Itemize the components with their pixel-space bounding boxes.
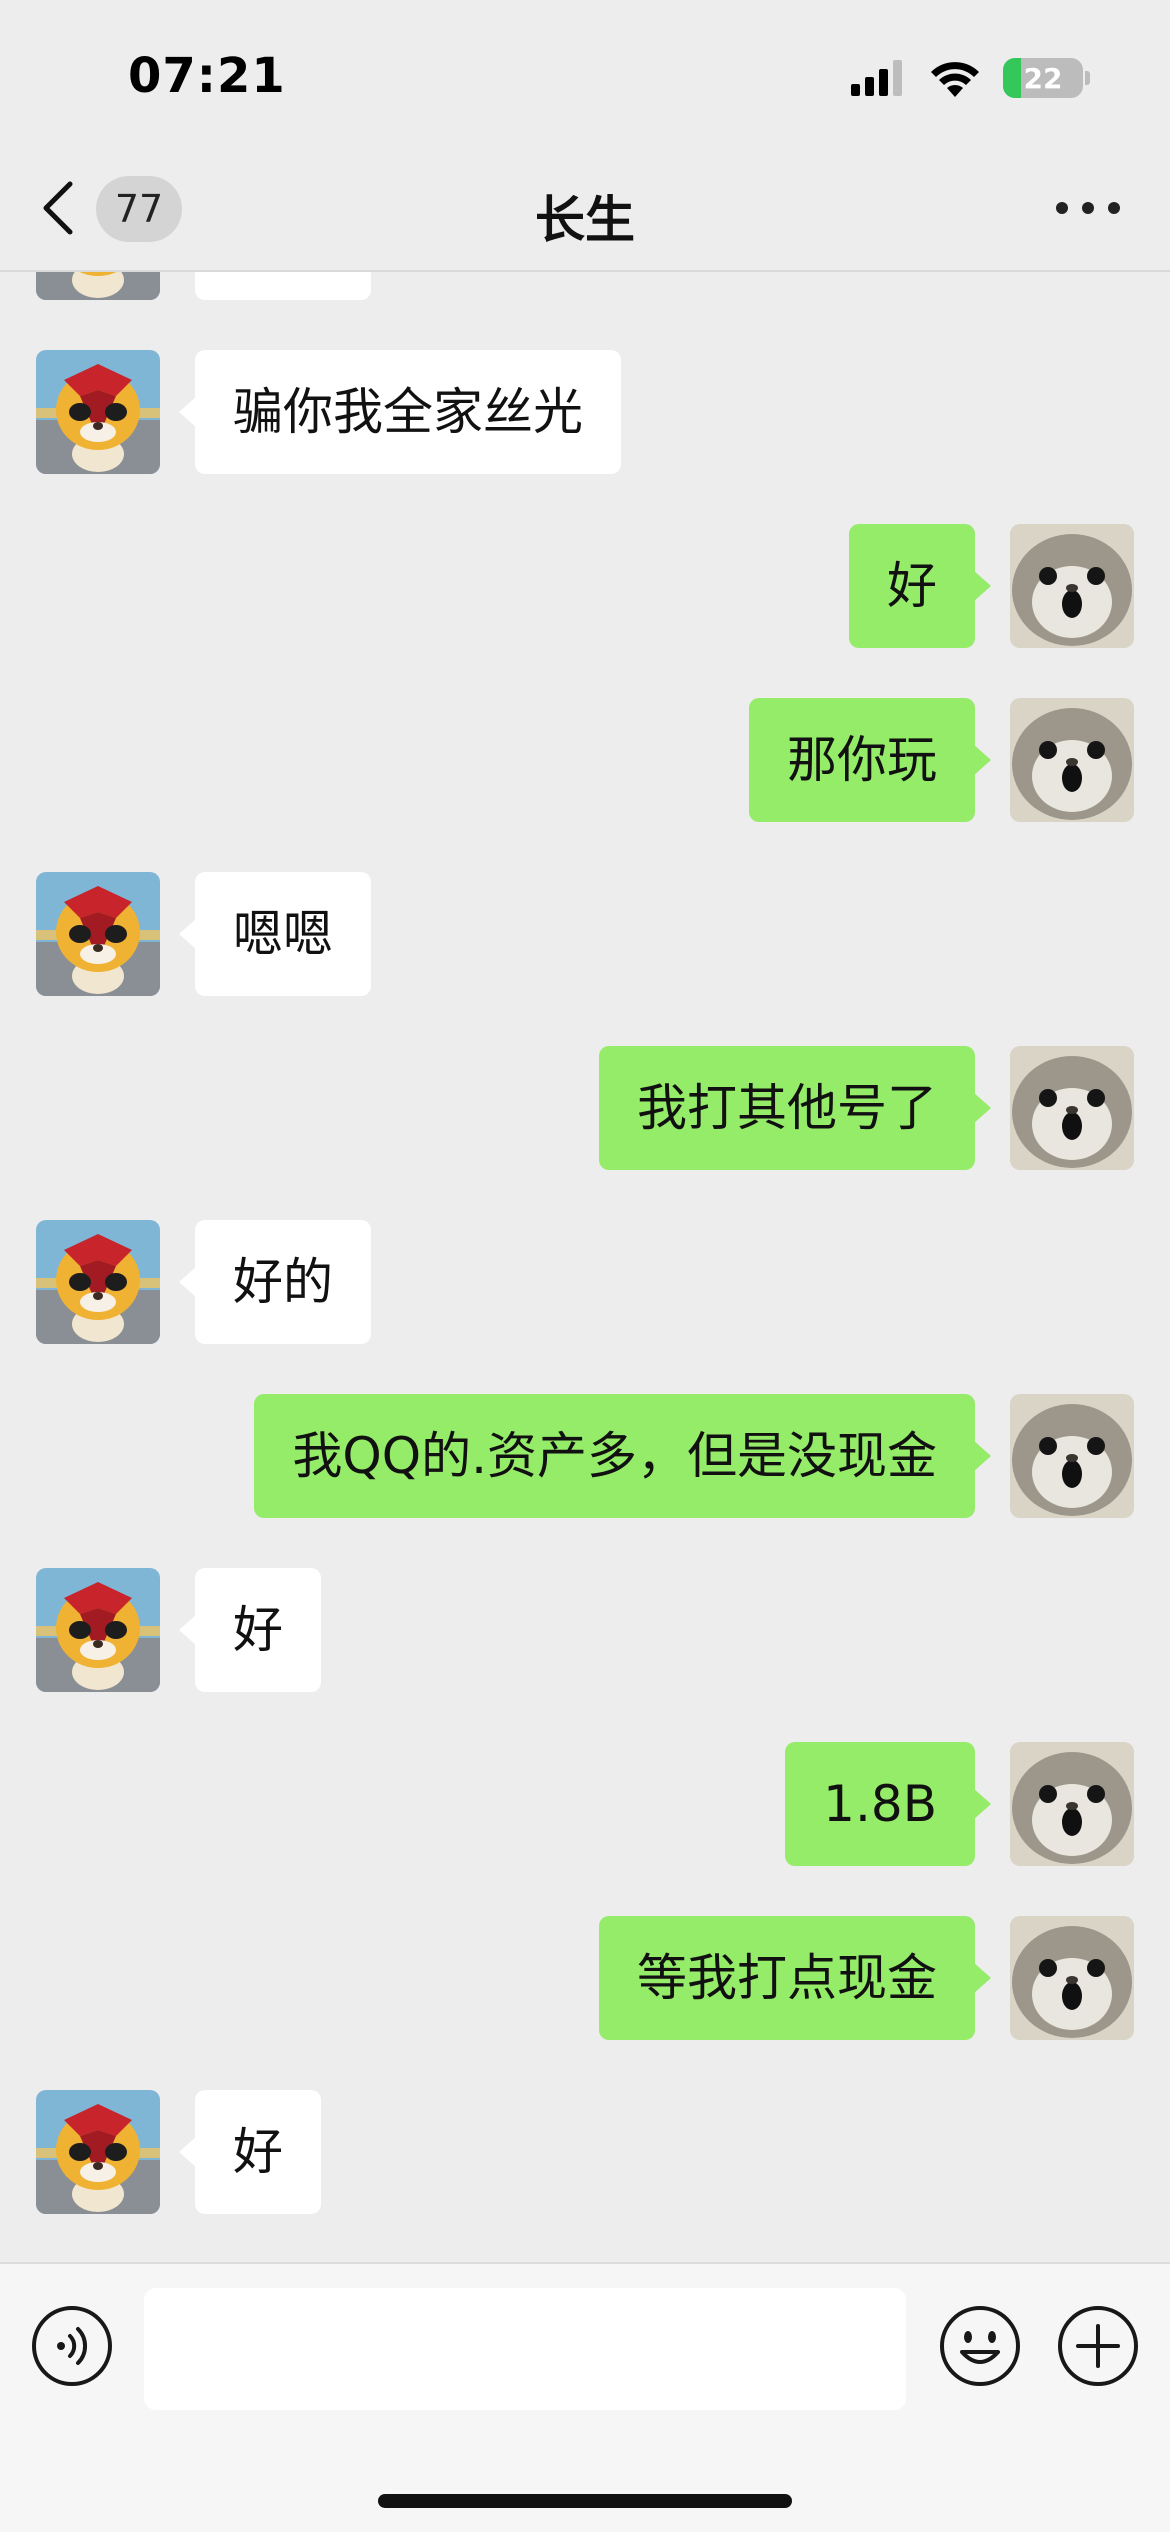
outgoing-message-bubble[interactable]: 那你玩 — [749, 698, 991, 822]
incoming-message-bubble[interactable]: 好 — [179, 1568, 321, 1692]
my-avatar[interactable] — [1010, 1394, 1134, 1518]
contact-avatar[interactable] — [36, 1568, 160, 1692]
more-button[interactable] — [1056, 196, 1120, 220]
contact-avatar[interactable] — [36, 2090, 160, 2214]
outgoing-message-bubble[interactable]: 等我打点现金 — [599, 1916, 991, 2040]
contact-avatar[interactable] — [36, 1220, 160, 1344]
plus-button[interactable] — [1056, 2304, 1140, 2388]
contact-avatar[interactable] — [36, 872, 160, 996]
message-row: 骗你我全家丝光 — [0, 350, 1170, 474]
message-row: 我QQ的.资产多，但是没现金 — [0, 1394, 1170, 1518]
plus-icon — [1058, 2306, 1138, 2386]
more-icon — [1056, 202, 1068, 214]
incoming-message-bubble[interactable]: 好的 — [179, 1220, 371, 1344]
message-row: 好的 — [0, 1220, 1170, 1344]
chat-title: 长生 — [535, 191, 635, 249]
outgoing-message-bubble[interactable]: 好 — [849, 524, 991, 648]
incoming-message-bubble[interactable]: 骗你我全家丝光 — [179, 350, 621, 474]
chat-messages[interactable]: 不会 骗你我全家丝光 好 — [0, 272, 1170, 2262]
more-icon — [1082, 202, 1094, 214]
voice-icon — [32, 2306, 112, 2386]
wifi-icon — [931, 62, 979, 97]
my-avatar[interactable] — [1010, 1916, 1134, 2040]
outgoing-message-bubble[interactable]: 1.8B — [785, 1742, 991, 1866]
voice-button[interactable] — [30, 2304, 114, 2388]
my-avatar[interactable] — [1010, 1742, 1134, 1866]
incoming-message-bubble[interactable]: 不会 — [195, 272, 371, 300]
message-row: 1.8B — [0, 1742, 1170, 1866]
message-row: 那你玩 — [0, 698, 1170, 822]
home-indicator[interactable] — [378, 2494, 792, 2508]
emoji-icon — [940, 2306, 1020, 2386]
status-time: 07:21 — [128, 48, 286, 104]
message-input[interactable] — [144, 2288, 906, 2410]
incoming-message-bubble[interactable]: 好 — [179, 2090, 321, 2214]
my-avatar[interactable] — [1010, 1046, 1134, 1170]
battery-cap — [1085, 71, 1090, 85]
contact-avatar[interactable] — [36, 350, 160, 474]
input-bar — [0, 2262, 1170, 2532]
contact-avatar[interactable] — [36, 272, 160, 300]
my-avatar[interactable] — [1010, 698, 1134, 822]
emoji-button[interactable] — [938, 2304, 1022, 2388]
battery-text: 22 — [1023, 61, 1063, 95]
message-row: 等我打点现金 — [0, 1916, 1170, 2040]
outgoing-message-bubble[interactable]: 我打其他号了 — [599, 1046, 991, 1170]
my-avatar[interactable] — [1010, 524, 1134, 648]
outgoing-message-bubble[interactable]: 我QQ的.资产多，但是没现金 — [254, 1394, 991, 1518]
battery-icon: 22 — [1003, 58, 1083, 98]
more-icon — [1108, 202, 1120, 214]
incoming-message-bubble[interactable]: 嗯嗯 — [179, 872, 371, 996]
signal-icon — [851, 60, 902, 96]
message-row: 好 — [0, 524, 1170, 648]
status-bar: 07:21 22 — [0, 0, 1170, 150]
nav-bar: 77 长生 — [0, 150, 1170, 272]
message-row: 不会 — [0, 272, 1170, 300]
message-row: 好 — [0, 1568, 1170, 1692]
message-row: 好 — [0, 2090, 1170, 2214]
status-icons: 22 — [851, 56, 1090, 100]
message-row: 我打其他号了 — [0, 1046, 1170, 1170]
message-row: 嗯嗯 — [0, 872, 1170, 996]
